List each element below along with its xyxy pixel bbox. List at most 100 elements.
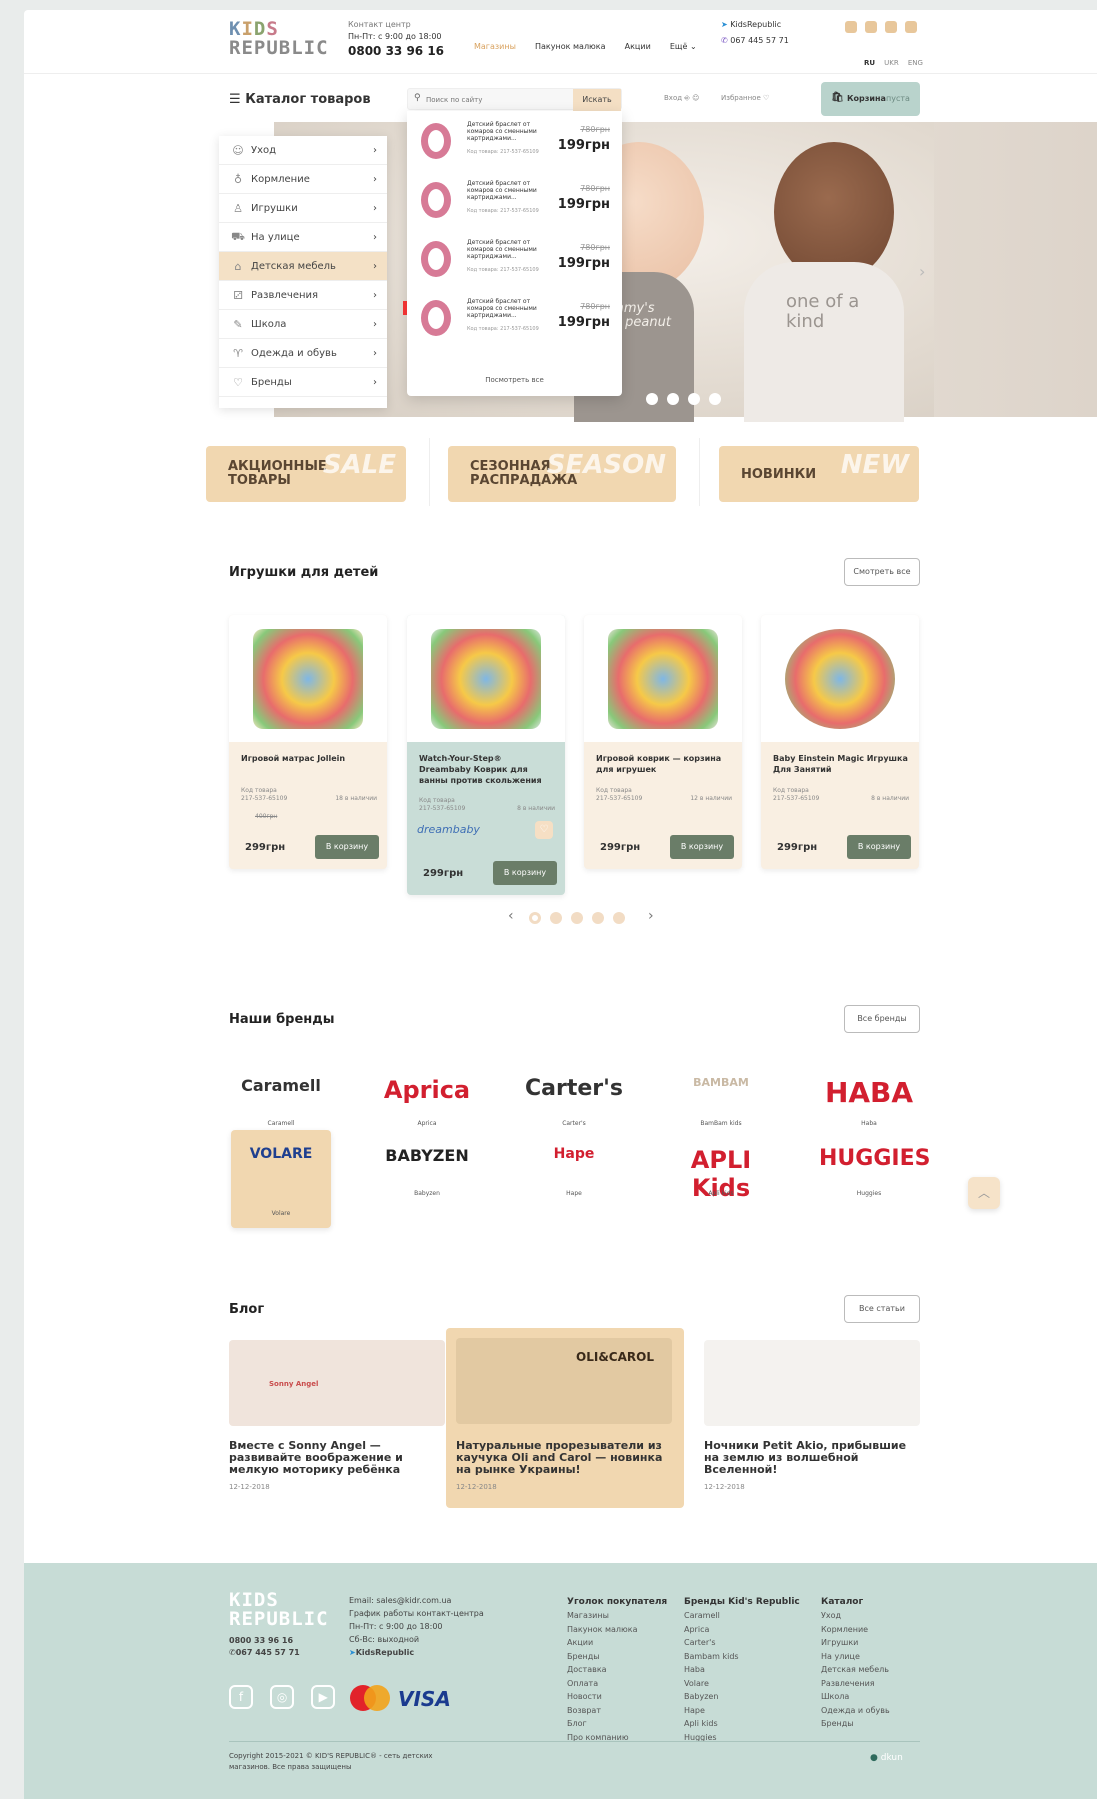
footer-link[interactable]: Блог bbox=[567, 1717, 687, 1731]
nav-package[interactable]: Пакунок малюка bbox=[535, 42, 606, 51]
blog-card[interactable]: Ночники Petit Akio, прибывшие на землю и… bbox=[704, 1340, 920, 1500]
instagram-icon[interactable] bbox=[865, 21, 878, 33]
instagram-icon[interactable]: ◎ bbox=[270, 1685, 295, 1709]
catalog-menu-item[interactable]: ⚂ Развлечения › bbox=[219, 281, 387, 310]
footer-link[interactable]: Возврат bbox=[567, 1704, 687, 1718]
footer-link[interactable]: Haba bbox=[684, 1663, 804, 1677]
catalog-menu-item[interactable]: ♁ Кормление › bbox=[219, 165, 387, 194]
footer-link[interactable]: Магазины bbox=[567, 1609, 687, 1623]
footer-link[interactable]: Кормление bbox=[821, 1623, 941, 1637]
catalog-menu-item[interactable]: ♙ Игрушки › bbox=[219, 194, 387, 223]
favorite-button[interactable]: ♡ bbox=[535, 821, 553, 839]
brand-tile[interactable]: HABA Haba bbox=[819, 1060, 919, 1132]
carousel-dot[interactable] bbox=[592, 912, 605, 924]
promo-banner[interactable]: АКЦИОННЫЕ ТОВАРЫ SALE bbox=[206, 446, 406, 502]
blog-image[interactable]: OLI&CAROL bbox=[456, 1338, 672, 1424]
nav-more[interactable]: Ещё ⌄ bbox=[670, 42, 697, 51]
footer-link[interactable]: Бренды bbox=[567, 1650, 687, 1664]
search-suggestion[interactable]: Детский браслет от комаров со сменными к… bbox=[407, 170, 622, 229]
carousel-dot[interactable] bbox=[529, 912, 541, 924]
footer-link[interactable]: Доставка bbox=[567, 1663, 687, 1677]
footer-email[interactable]: Email: sales@kidr.com.ua bbox=[349, 1595, 451, 1606]
facebook-icon[interactable] bbox=[845, 21, 857, 33]
add-to-cart-button[interactable]: В корзину bbox=[493, 861, 557, 885]
carousel-prev-arrow[interactable]: ‹ bbox=[508, 908, 514, 924]
carousel-dot[interactable] bbox=[550, 912, 563, 924]
footer-telegram[interactable]: ➤KidsRepublic bbox=[349, 1647, 414, 1658]
search-input[interactable] bbox=[426, 92, 566, 107]
catalog-menu-item[interactable]: ⌂ Детская мебель › bbox=[219, 252, 387, 281]
blog-card[interactable]: Sonny Angel Вместе с Sonny Angel — развив… bbox=[229, 1340, 445, 1500]
footer-link[interactable]: Carter's bbox=[684, 1636, 804, 1650]
facebook-icon[interactable]: f bbox=[229, 1685, 253, 1709]
add-to-cart-button[interactable]: В корзину bbox=[847, 835, 911, 859]
catalog-menu-item[interactable]: ⛟ На улице › bbox=[219, 223, 387, 252]
hero-next-arrow[interactable]: › bbox=[919, 262, 925, 281]
developer-credit[interactable]: ● dkun bbox=[870, 1753, 903, 1763]
footer-link[interactable]: Пакунок малюка bbox=[567, 1623, 687, 1637]
blog-card[interactable]: OLI&CAROL Натуральные прорезыватели из ка… bbox=[446, 1328, 684, 1508]
catalog-menu-item[interactable]: ☺ Уход › bbox=[219, 136, 387, 165]
product-card[interactable]: Baby Einstein Magic Игрушка Для Занятий К… bbox=[761, 615, 919, 869]
catalog-menu-item[interactable]: ✎ Школа › bbox=[219, 310, 387, 339]
footer-phone[interactable]: 0800 33 96 16 bbox=[229, 1635, 293, 1646]
cart-button[interactable]: 🛍 Корзина пуста bbox=[821, 82, 920, 116]
search-button[interactable]: Искать bbox=[573, 89, 621, 111]
all-brands-button[interactable]: Все бренды bbox=[844, 1005, 920, 1033]
add-to-cart-button[interactable]: В корзину bbox=[315, 835, 379, 859]
hero-dot[interactable] bbox=[646, 393, 658, 405]
catalog-menu-item[interactable]: ♈ Одежда и обувь › bbox=[219, 339, 387, 368]
brand-tile[interactable]: Hape Hape bbox=[524, 1130, 624, 1202]
carousel-next-arrow[interactable]: › bbox=[648, 908, 654, 924]
search-suggestion[interactable]: Детский браслет от комаров со сменными к… bbox=[407, 229, 622, 288]
hero-dot[interactable] bbox=[709, 393, 722, 405]
footer-logo[interactable]: KIDS REPUBLIC bbox=[229, 1591, 329, 1629]
telegram-social-icon[interactable] bbox=[905, 21, 918, 33]
brand-tile[interactable]: BABYZEN Babyzen bbox=[377, 1130, 477, 1202]
product-image[interactable] bbox=[584, 615, 742, 742]
hero-dot[interactable] bbox=[667, 393, 680, 405]
promo-banner[interactable]: НОВИНКИ NEW bbox=[719, 446, 919, 502]
catalog-toggle[interactable]: ☰ Каталог товаров bbox=[229, 92, 371, 107]
blog-image[interactable] bbox=[704, 1340, 920, 1426]
lang-ukr[interactable]: UKR bbox=[884, 59, 899, 67]
footer-viber[interactable]: ✆067 445 57 71 bbox=[229, 1647, 300, 1658]
nav-promos[interactable]: Акции bbox=[625, 42, 651, 51]
footer-link[interactable]: Aprica bbox=[684, 1623, 804, 1637]
nav-shops[interactable]: Магазины bbox=[474, 42, 516, 51]
lang-eng[interactable]: ENG bbox=[908, 59, 923, 67]
brand-tile[interactable]: VOLARE Volare bbox=[231, 1130, 331, 1228]
carousel-dot[interactable] bbox=[613, 912, 626, 924]
login-link[interactable]: Вход ⎆ ☺ bbox=[664, 94, 699, 103]
footer-link[interactable]: На улице bbox=[821, 1650, 941, 1664]
youtube-icon[interactable] bbox=[885, 21, 898, 33]
toys-see-all-button[interactable]: Смотреть все bbox=[844, 558, 920, 586]
search-suggestion[interactable]: Детский браслет от комаров со сменными к… bbox=[407, 111, 622, 170]
brand-tile[interactable]: Aprica Aprica bbox=[377, 1060, 477, 1132]
product-card[interactable]: Игровой коврик — корзина для игрушек Код … bbox=[584, 615, 742, 869]
brand-tile[interactable]: HUGGIES Huggies bbox=[819, 1130, 930, 1202]
footer-link[interactable]: Hape bbox=[684, 1704, 804, 1718]
footer-link[interactable]: Новости bbox=[567, 1690, 687, 1704]
footer-link[interactable]: Акции bbox=[567, 1636, 687, 1650]
product-image[interactable] bbox=[229, 615, 387, 742]
product-card[interactable]: Watch-Your-Step® Dreambaby Коврик для ва… bbox=[407, 615, 565, 895]
blog-image[interactable]: Sonny Angel bbox=[229, 1340, 445, 1426]
brand-tile[interactable]: Carter's Carter's bbox=[524, 1060, 624, 1132]
footer-link[interactable]: Детская мебель bbox=[821, 1663, 941, 1677]
brand-tile[interactable]: BAMBAM BamBam kids bbox=[671, 1060, 771, 1132]
site-logo[interactable]: KIDS REPUBLIC bbox=[229, 20, 329, 58]
footer-link[interactable]: Volare bbox=[684, 1677, 804, 1691]
scroll-to-top-button[interactable]: ︿ bbox=[968, 1177, 1000, 1209]
footer-link[interactable]: Развлечения bbox=[821, 1677, 941, 1691]
add-to-cart-button[interactable]: В корзину bbox=[670, 835, 734, 859]
footer-link[interactable]: Школа bbox=[821, 1690, 941, 1704]
footer-link[interactable]: Оплата bbox=[567, 1677, 687, 1691]
footer-link[interactable]: Caramell bbox=[684, 1609, 804, 1623]
footer-link[interactable]: Apli kids bbox=[684, 1717, 804, 1731]
footer-link[interactable]: Игрушки bbox=[821, 1636, 941, 1650]
brand-tile[interactable]: Caramell Caramell bbox=[231, 1060, 331, 1132]
catalog-menu-item[interactable]: ♡ Бренды › bbox=[219, 368, 387, 397]
lang-ru[interactable]: RU bbox=[864, 59, 875, 67]
footer-link[interactable]: Уход bbox=[821, 1609, 941, 1623]
